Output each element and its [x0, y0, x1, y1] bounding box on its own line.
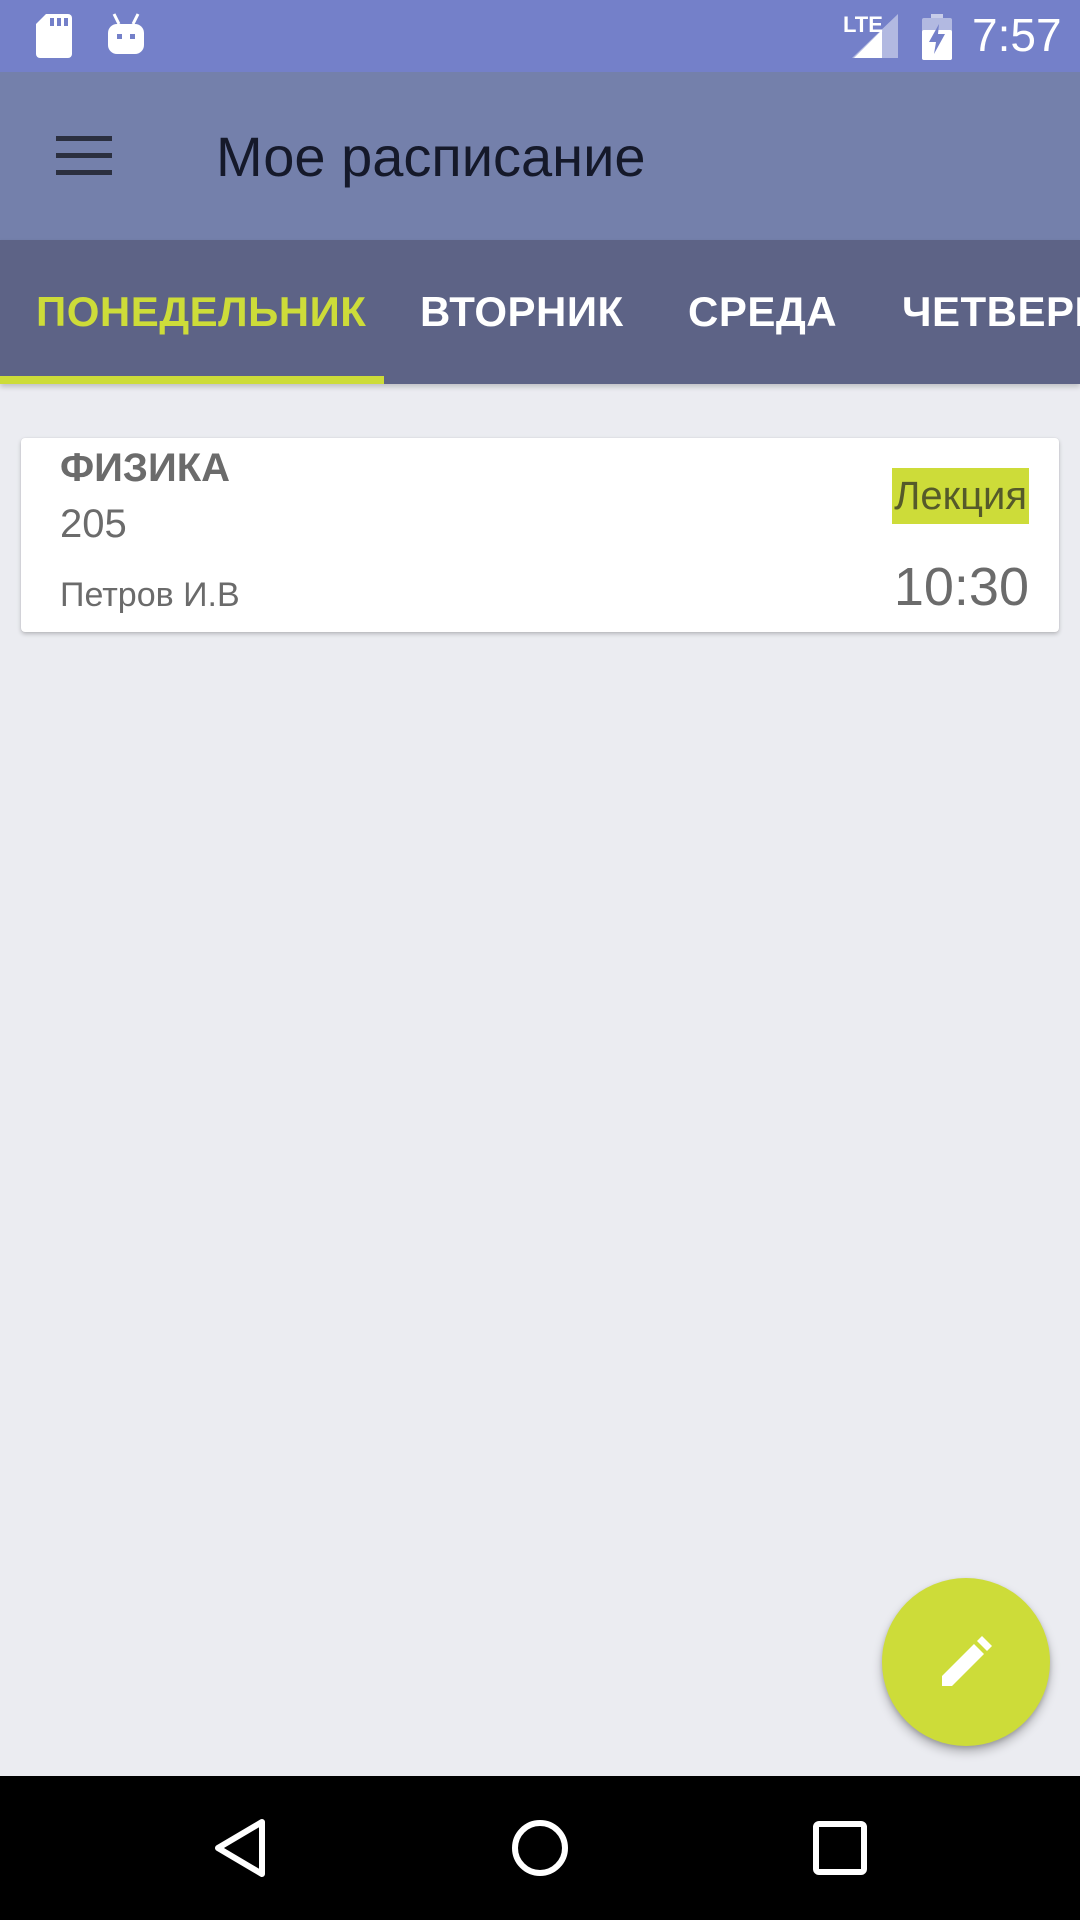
- menu-button[interactable]: [40, 122, 128, 190]
- lesson-card[interactable]: ФИЗИКА 205 Петров И.В Лекция 10:30: [21, 438, 1059, 632]
- tab-thursday[interactable]: ЧЕТВЕРГ: [902, 240, 1080, 384]
- edit-fab-button[interactable]: [882, 1578, 1050, 1746]
- lesson-subject: ФИЗИКА: [60, 446, 230, 490]
- home-icon: [512, 1820, 568, 1876]
- status-bar: LTE 7:57: [0, 0, 1080, 72]
- active-tab-indicator: [0, 376, 384, 384]
- nav-back-button[interactable]: [200, 1808, 280, 1888]
- nav-home-button[interactable]: [500, 1808, 580, 1888]
- battery-charging-icon: [922, 14, 952, 60]
- hamburger-menu-icon: [56, 136, 112, 175]
- lesson-type-badge: Лекция: [892, 468, 1029, 524]
- recents-icon: [813, 1821, 867, 1875]
- lesson-time: 10:30: [893, 557, 1029, 617]
- sd-card-icon: [36, 14, 72, 58]
- signal-icon: [852, 14, 898, 58]
- app-bar: Мое расписание: [0, 72, 1080, 240]
- tab-monday[interactable]: ПОНЕДЕЛЬНИК: [36, 240, 366, 384]
- pencil-edit-icon: [942, 1636, 992, 1686]
- day-tabs: ПОНЕДЕЛЬНИК ВТОРНИК СРЕДА ЧЕТВЕРГ: [0, 240, 1080, 384]
- back-icon: [215, 1819, 265, 1877]
- tab-wednesday[interactable]: СРЕДА: [688, 240, 837, 384]
- android-debug-icon: [108, 13, 144, 54]
- tab-tuesday[interactable]: ВТОРНИК: [420, 240, 624, 384]
- system-nav-bar: [0, 1776, 1080, 1920]
- lesson-teacher: Петров И.В: [60, 576, 240, 614]
- status-clock: 7:57: [972, 9, 1062, 61]
- page-title: Мое расписание: [216, 125, 646, 188]
- lesson-room: 205: [60, 502, 127, 546]
- nav-recents-button[interactable]: [800, 1808, 880, 1888]
